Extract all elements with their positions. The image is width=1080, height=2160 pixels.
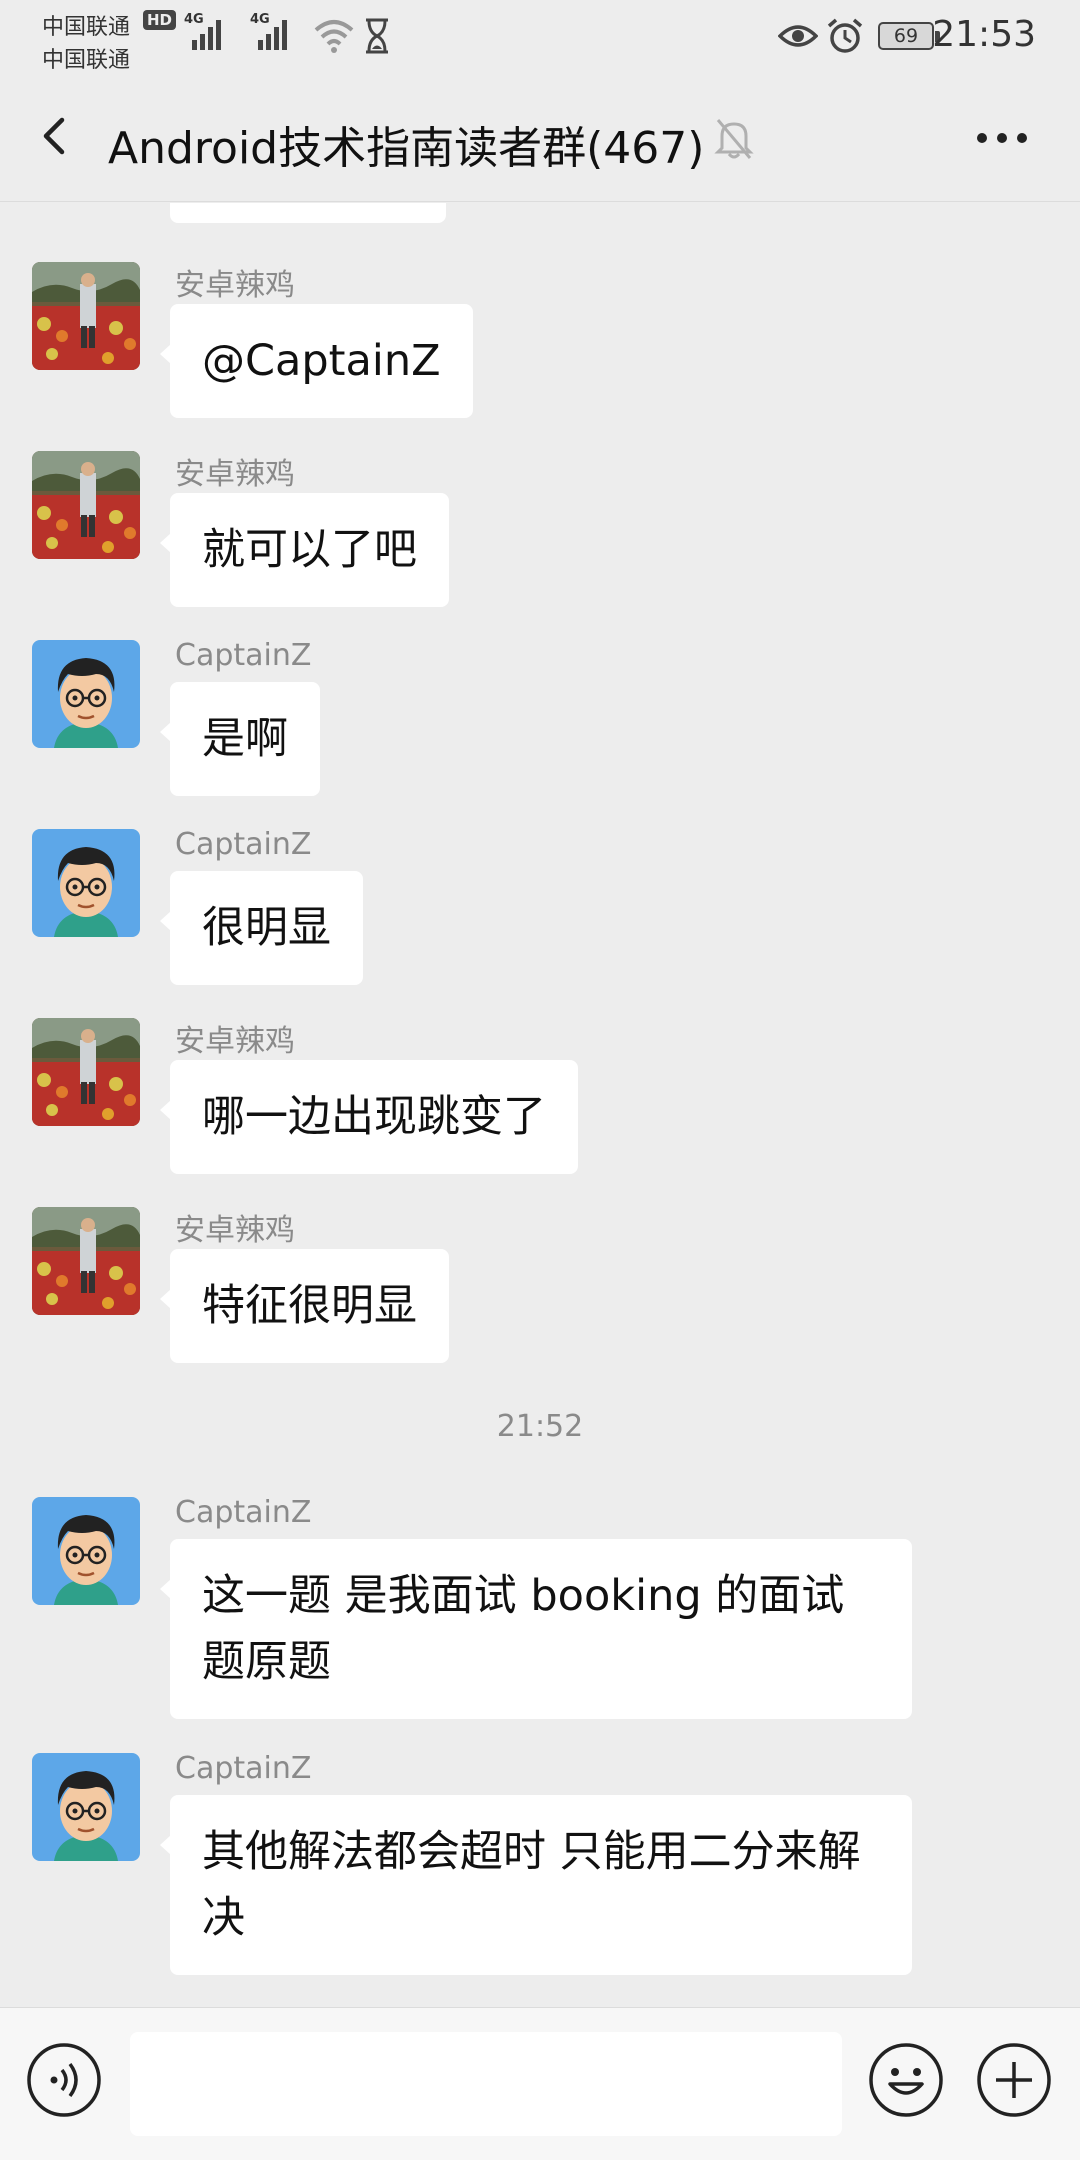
battery-icon: 69 bbox=[878, 22, 940, 50]
mute-icon bbox=[714, 116, 754, 164]
message-bubble-partial[interactable] bbox=[170, 203, 446, 223]
chat-title: Android技术指南读者群(467) bbox=[108, 123, 705, 174]
message-bubble[interactable]: 很明显 bbox=[160, 871, 363, 985]
sender-avatar[interactable] bbox=[32, 640, 140, 748]
network-type-label: 4G bbox=[184, 12, 204, 27]
sender-avatar[interactable] bbox=[32, 1207, 140, 1315]
sender-name: 安卓辣鸡 bbox=[175, 268, 295, 303]
sender-name: 安卓辣鸡 bbox=[175, 1213, 295, 1248]
eye-icon bbox=[777, 22, 819, 54]
sender-name: 安卓辣鸡 bbox=[175, 1024, 295, 1059]
plus-icon bbox=[977, 2043, 1051, 2117]
chat-header: Android技术指南读者群(467) bbox=[0, 72, 1080, 202]
sender-name: CaptainZ bbox=[175, 1495, 312, 1530]
status-bar: 中国联通 中国联通 HD 4G 4G 69 21:53 bbox=[0, 0, 1080, 73]
message-bubble[interactable]: 其他解法都会超时 只能用二分来解决 bbox=[160, 1795, 912, 1975]
message-timestamp: 21:52 bbox=[496, 1409, 584, 1444]
message-bubble[interactable]: 就可以了吧 bbox=[160, 493, 449, 607]
sender-avatar[interactable] bbox=[32, 1018, 140, 1126]
message-bubble[interactable]: 特征很明显 bbox=[160, 1249, 449, 1363]
wifi-icon bbox=[314, 18, 354, 58]
message-bubble[interactable]: @CaptainZ bbox=[160, 304, 473, 418]
sender-name: 安卓辣鸡 bbox=[175, 457, 295, 492]
sender-name: CaptainZ bbox=[175, 827, 312, 862]
sender-name: CaptainZ bbox=[175, 638, 312, 673]
emoji-button[interactable] bbox=[868, 2042, 944, 2118]
hd-badge: HD bbox=[143, 10, 177, 30]
chat-screen: 中国联通 中国联通 HD 4G 4G 69 21:53 Android技术指南读… bbox=[0, 0, 1080, 2160]
alarm-icon bbox=[826, 18, 864, 58]
message-bubble[interactable]: 这一题 是我面试 booking 的面试题原题 bbox=[160, 1539, 912, 1719]
network-type-label: 4G bbox=[250, 12, 270, 27]
voice-icon bbox=[27, 2043, 101, 2117]
more-options-button[interactable] bbox=[970, 116, 1040, 160]
voice-button[interactable] bbox=[26, 2042, 102, 2118]
emoji-icon bbox=[869, 2043, 943, 2117]
carrier-label: 中国联通 bbox=[42, 15, 131, 40]
status-time: 21:53 bbox=[932, 14, 1036, 55]
message-bubble[interactable]: 哪一边出现跳变了 bbox=[160, 1060, 578, 1174]
signal-icon: 4G bbox=[184, 12, 226, 58]
back-button[interactable] bbox=[30, 106, 90, 166]
input-bar bbox=[0, 2007, 1080, 2160]
message-input[interactable] bbox=[130, 2032, 842, 2136]
hourglass-icon bbox=[362, 18, 392, 58]
sender-name: CaptainZ bbox=[175, 1751, 312, 1786]
sender-avatar[interactable] bbox=[32, 262, 140, 370]
message-list[interactable]: 安卓辣鸡 @CaptainZ 安卓辣鸡 就可以了吧 CaptainZ 是啊 Ca… bbox=[0, 203, 1080, 2006]
sender-avatar[interactable] bbox=[32, 1497, 140, 1605]
sender-avatar[interactable] bbox=[32, 1753, 140, 1861]
more-actions-button[interactable] bbox=[976, 2042, 1052, 2118]
message-bubble[interactable]: 是啊 bbox=[160, 682, 320, 796]
signal-icon: 4G bbox=[250, 12, 292, 58]
carrier-label: 中国联通 bbox=[42, 48, 131, 73]
sender-avatar[interactable] bbox=[32, 451, 140, 559]
sender-avatar[interactable] bbox=[32, 829, 140, 937]
more-icon bbox=[977, 133, 1027, 143]
back-icon bbox=[43, 117, 65, 155]
